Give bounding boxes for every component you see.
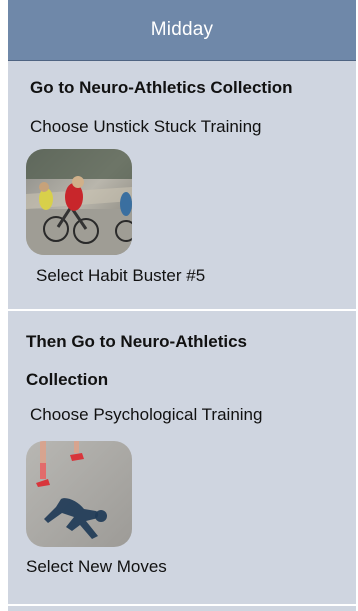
section-header: Midday [8, 0, 356, 61]
bottom-divider [8, 604, 356, 606]
section2-instruction: Choose Psychological Training [30, 405, 263, 424]
cyclists-image-art [26, 149, 132, 255]
section2-heading-line1: Then Go to Neuro-Athletics [26, 332, 247, 351]
runner-shadow-image[interactable] [26, 441, 132, 547]
section2-action[interactable]: Select New Moves [26, 557, 167, 577]
section1-instruction: Choose Unstick Stuck Training [30, 117, 262, 136]
header-title: Midday [150, 19, 214, 40]
section2-heading-line2: Collection [26, 370, 109, 389]
runner-image-art [26, 441, 132, 547]
section1-action[interactable]: Select Habit Buster #5 [36, 266, 205, 286]
cyclists-race-image[interactable] [26, 149, 132, 255]
section-divider [8, 309, 356, 311]
section1-heading: Go to Neuro-Athletics Collection [30, 78, 293, 97]
midday-panel: Midday Go to Neuro-Athletics Collection … [8, 0, 356, 611]
